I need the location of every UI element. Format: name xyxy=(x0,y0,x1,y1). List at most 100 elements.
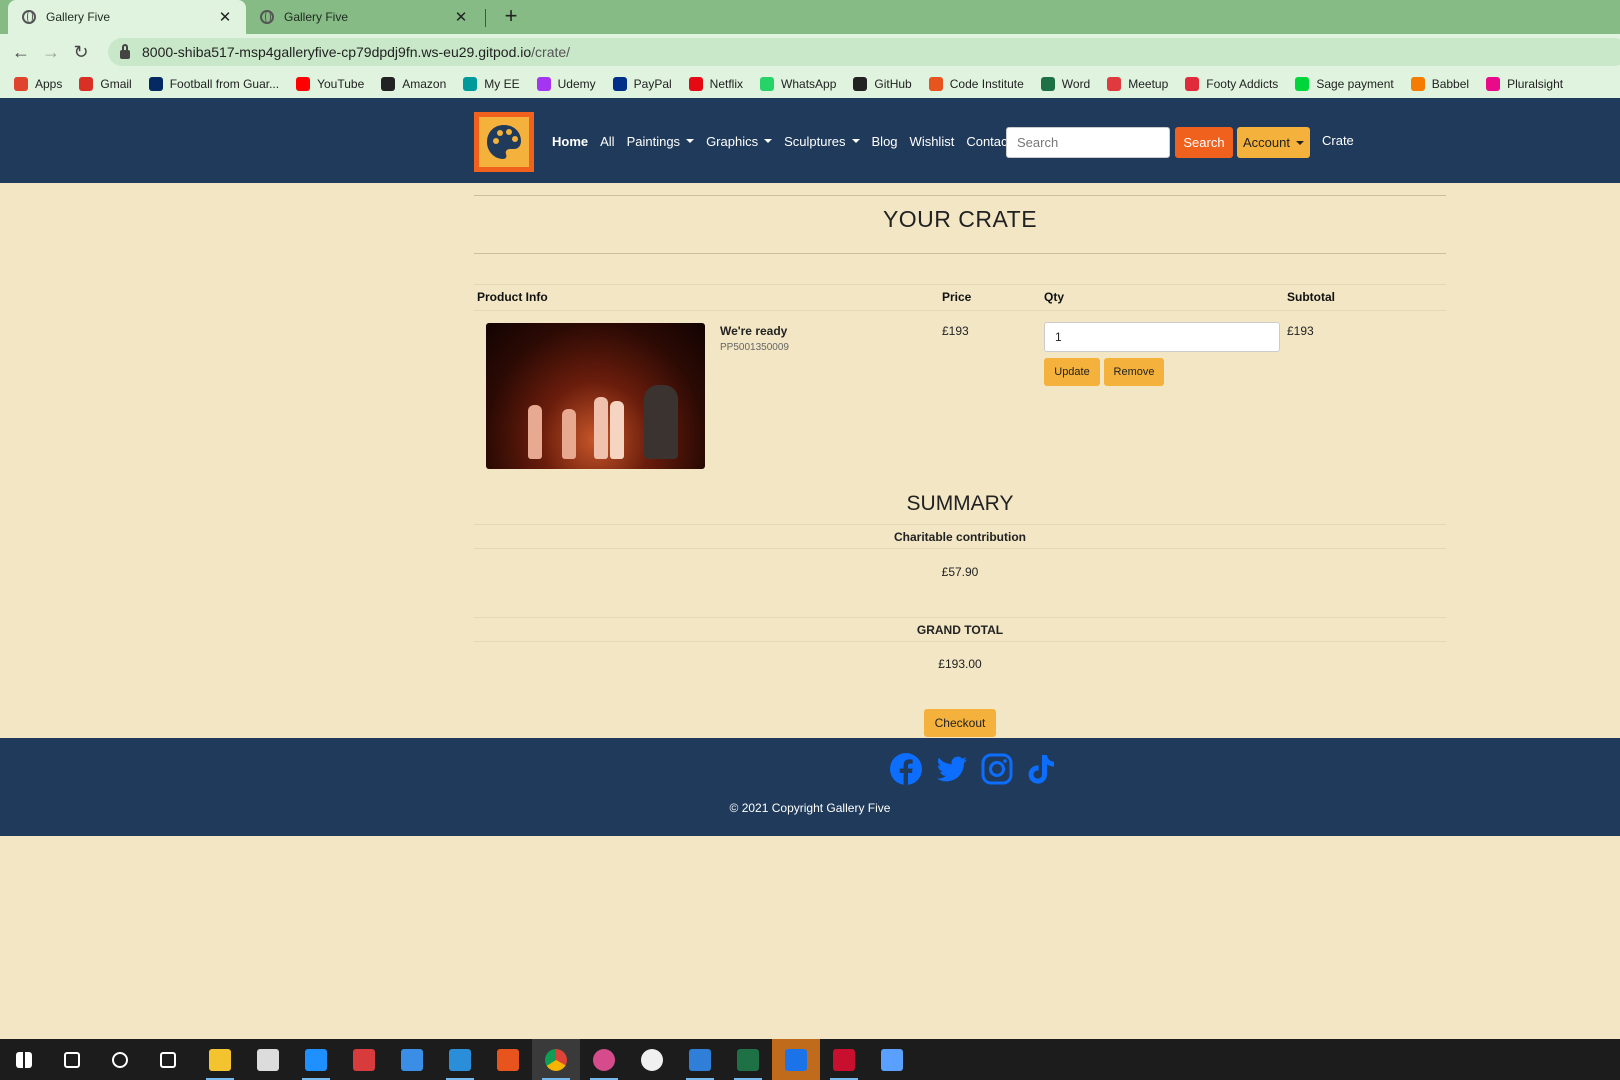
bookmark-item[interactable]: Udemy xyxy=(536,77,596,91)
chrome-taskbar-button[interactable] xyxy=(532,1039,580,1080)
nav-item-paintings[interactable]: Paintings xyxy=(627,134,695,149)
bookmark-item[interactable]: Sage payment xyxy=(1295,77,1394,91)
sage-icon xyxy=(1295,77,1310,91)
table-border xyxy=(474,617,1446,618)
bookmark-item[interactable]: PayPal xyxy=(612,77,672,91)
windows-start-taskbar-button[interactable] xyxy=(0,1039,48,1080)
udemy-icon xyxy=(536,77,551,91)
bookmark-label: Football from Guar... xyxy=(169,77,280,91)
apps-grid-icon xyxy=(14,77,28,91)
bookmark-item[interactable]: WhatsApp xyxy=(760,77,836,91)
photos-icon xyxy=(689,1048,711,1071)
product-name: We're ready xyxy=(720,324,788,338)
bookmark-item[interactable]: Meetup xyxy=(1107,77,1168,91)
lock-icon xyxy=(120,43,130,59)
tiktok-icon[interactable] xyxy=(1024,752,1058,786)
new-tab-button[interactable]: + xyxy=(498,4,524,30)
bookmark-item[interactable]: Amazon xyxy=(381,77,446,91)
search-icon xyxy=(64,1051,80,1068)
edge-taskbar-button[interactable] xyxy=(292,1039,340,1080)
back-arrow-icon[interactable]: ← xyxy=(6,37,36,67)
file-explorer-taskbar-button[interactable] xyxy=(196,1039,244,1080)
store-icon xyxy=(257,1048,279,1071)
emoji-app-taskbar-button[interactable] xyxy=(628,1039,676,1080)
remove-button[interactable]: Remove xyxy=(1104,358,1164,386)
excel-taskbar-button[interactable] xyxy=(724,1039,772,1080)
cortana-icon xyxy=(112,1051,128,1068)
nav-item-all[interactable]: All xyxy=(600,134,614,149)
bookmark-item[interactable]: Gmail xyxy=(79,77,132,91)
gift-taskbar-button[interactable] xyxy=(340,1039,388,1080)
header-product-info: Product Info xyxy=(477,290,548,304)
copyright-text: © 2021 Copyright Gallery Five xyxy=(729,801,891,815)
bookmark-item[interactable]: Pluralsight xyxy=(1486,77,1563,91)
product-price: £193 xyxy=(942,324,969,338)
mcafee-taskbar-button[interactable] xyxy=(820,1039,868,1080)
product-image[interactable] xyxy=(486,323,705,469)
cortana-taskbar-button[interactable] xyxy=(96,1039,144,1080)
bookmark-item[interactable]: Football from Guar... xyxy=(148,77,280,91)
nav-item-label: Graphics xyxy=(706,133,759,149)
windows-start-icon xyxy=(16,1051,32,1068)
search-taskbar-button[interactable] xyxy=(48,1039,96,1080)
vscode-icon xyxy=(449,1048,471,1071)
photos-taskbar-button[interactable] xyxy=(676,1039,724,1080)
bookmark-item[interactable]: Footy Addicts xyxy=(1185,77,1278,91)
url-field[interactable]: 8000-shiba517-msp4galleryfive-cp79dpdj9f… xyxy=(108,38,1620,66)
address-bar-row: ← → ↻ 8000-shiba517-msp4galleryfive-cp79… xyxy=(0,34,1620,70)
bookmark-item[interactable]: Apps xyxy=(14,77,62,91)
search-button[interactable]: Search xyxy=(1175,127,1233,158)
nav-item-wishlist[interactable]: Wishlist xyxy=(910,134,955,149)
bookmark-label: Word xyxy=(1061,77,1091,91)
instagram-icon[interactable] xyxy=(980,752,1014,786)
browser-tab[interactable]: Gallery Five ✕ xyxy=(246,0,482,34)
vscode-taskbar-button[interactable] xyxy=(436,1039,484,1080)
babbel-icon xyxy=(1410,77,1425,91)
table-border xyxy=(474,641,1446,642)
close-icon[interactable]: ✕ xyxy=(452,8,470,26)
crate-link[interactable]: Crate xyxy=(1322,133,1354,148)
charity-label: Charitable contribution xyxy=(894,530,1026,544)
bookmark-label: Udemy xyxy=(557,77,596,91)
update-button[interactable]: Update xyxy=(1044,358,1100,386)
grand-total-value: £193.00 xyxy=(938,657,982,671)
bookmark-item[interactable]: Babbel xyxy=(1410,77,1469,91)
site-logo[interactable] xyxy=(474,112,534,172)
checkout-button[interactable]: Checkout xyxy=(924,709,996,737)
reload-icon[interactable]: ↻ xyxy=(66,37,96,67)
bookmark-item[interactable]: YouTube xyxy=(296,77,364,91)
store-taskbar-button[interactable] xyxy=(244,1039,292,1080)
bookmark-item[interactable]: GitHub xyxy=(853,77,912,91)
account-dropdown-button[interactable]: Account xyxy=(1237,127,1310,158)
nav-item-home[interactable]: Home xyxy=(552,134,588,149)
browser-tab-active[interactable]: Gallery Five ✕ xyxy=(8,0,246,34)
nav-item-sculptures[interactable]: Sculptures xyxy=(784,134,860,149)
security-taskbar-button[interactable] xyxy=(772,1039,820,1080)
paint-drop-taskbar-button[interactable] xyxy=(868,1039,916,1080)
tab-title: Gallery Five xyxy=(46,10,111,24)
summary-title: SUMMARY xyxy=(906,492,1014,515)
office-taskbar-button[interactable] xyxy=(484,1039,532,1080)
bookmark-item[interactable]: My EE xyxy=(463,77,520,91)
search-input[interactable] xyxy=(1006,127,1170,158)
bookmark-item[interactable]: Word xyxy=(1040,77,1091,91)
nav-item-graphics[interactable]: Graphics xyxy=(706,133,773,149)
nav-item-contact[interactable]: Contact xyxy=(966,134,1011,149)
quantity-input[interactable] xyxy=(1044,322,1280,352)
bookmarks-bar: Apps Gmail Football from Guar... YouTube Ama… xyxy=(0,70,1620,98)
table-border xyxy=(474,548,1446,549)
bookmark-item[interactable]: Code Institute xyxy=(928,77,1024,91)
forward-arrow-icon[interactable]: → xyxy=(36,37,66,67)
slack-taskbar-button[interactable] xyxy=(580,1039,628,1080)
youtube-icon xyxy=(296,77,311,91)
bookmark-item[interactable]: Netflix xyxy=(688,77,743,91)
nav-item-blog[interactable]: Blog xyxy=(872,134,898,149)
chrome-icon xyxy=(545,1048,567,1071)
mail-taskbar-button[interactable] xyxy=(388,1039,436,1080)
excel-icon xyxy=(737,1048,759,1071)
github-icon xyxy=(853,77,868,91)
task-view-taskbar-button[interactable] xyxy=(144,1039,192,1080)
twitter-icon[interactable] xyxy=(935,752,969,786)
facebook-icon[interactable] xyxy=(889,752,923,786)
close-icon[interactable]: ✕ xyxy=(216,8,234,26)
